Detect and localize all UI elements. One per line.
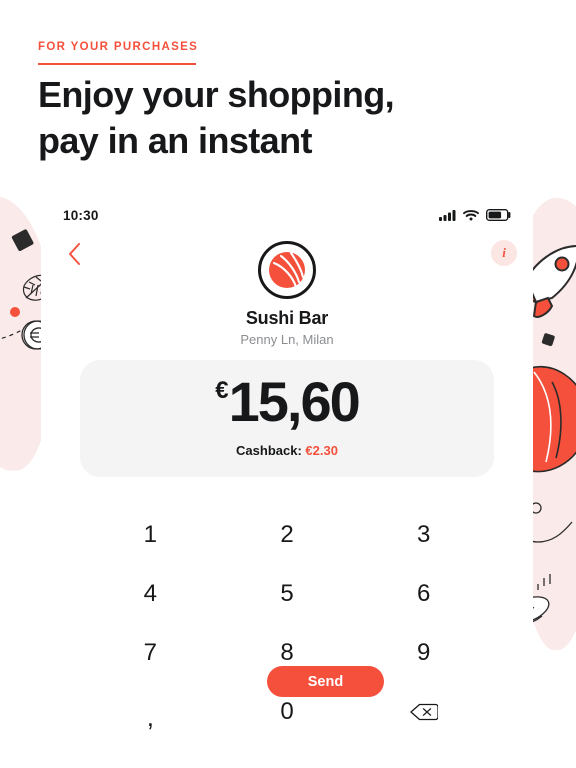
cashback-label: Cashback: xyxy=(236,443,302,458)
page-title: Enjoy your shopping, pay in an instant xyxy=(38,72,508,164)
key-4[interactable]: 4 xyxy=(82,564,219,623)
key-1[interactable]: 1 xyxy=(82,505,219,564)
black-square-icon xyxy=(541,333,555,347)
hero-eyebrow-rule xyxy=(38,63,196,65)
merchant-header: Sushi Bar Penny Ln, Milan xyxy=(41,241,533,347)
dashed-line-icon xyxy=(0,329,23,340)
sushi-ball-avatar-icon xyxy=(269,251,305,289)
page-root: FOR YOUR PURCHASES Enjoy your shopping, … xyxy=(0,0,576,768)
cellular-signal-icon xyxy=(439,210,456,221)
battery-icon xyxy=(486,209,511,221)
hero-eyebrow: FOR YOUR PURCHASES xyxy=(38,41,199,53)
amount-display: € 15,60 xyxy=(215,370,361,433)
cashback-row: Cashback: €2.30 xyxy=(236,443,338,458)
hero-eyebrow-block: FOR YOUR PURCHASES xyxy=(38,41,198,65)
key-comma[interactable]: , xyxy=(82,682,219,761)
backspace-delete-icon xyxy=(410,703,438,720)
cashback-value: €2.30 xyxy=(305,443,338,458)
key-9[interactable]: 9 xyxy=(355,623,492,682)
red-dot-icon xyxy=(10,307,20,317)
key-6[interactable]: 6 xyxy=(355,564,492,623)
key-7[interactable]: 7 xyxy=(82,623,219,682)
key-backspace[interactable] xyxy=(355,682,492,741)
merchant-name: Sushi Bar xyxy=(245,308,329,328)
numeric-keypad: 1 2 3 4 5 6 7 8 9 , 0 xyxy=(82,505,492,761)
amount-value: 15,60 xyxy=(228,370,361,433)
amount-card[interactable]: € 15,60 Cashback: €2.30 xyxy=(80,360,494,477)
key-5[interactable]: 5 xyxy=(219,564,356,623)
key-0[interactable]: 0 xyxy=(219,682,356,741)
key-3[interactable]: 3 xyxy=(355,505,492,564)
key-2[interactable]: 2 xyxy=(219,505,356,564)
status-clock: 10:30 xyxy=(63,207,99,223)
status-bar: 10:30 xyxy=(41,197,533,233)
headline-line-2: pay in an instant xyxy=(38,120,312,162)
status-icon-group xyxy=(439,209,511,221)
merchant-address: Penny Ln, Milan xyxy=(240,332,334,347)
black-diamond-icon xyxy=(11,229,34,251)
wifi-icon xyxy=(463,210,479,221)
phone-mockup: 10:30 i Sushi Bar Penny Ln, Milan € 15,6… xyxy=(41,197,533,768)
merchant-avatar xyxy=(258,241,316,299)
currency-symbol: € xyxy=(215,377,228,404)
headline-line-1: Enjoy your shopping, xyxy=(38,74,395,115)
key-8[interactable]: 8 xyxy=(219,623,356,682)
